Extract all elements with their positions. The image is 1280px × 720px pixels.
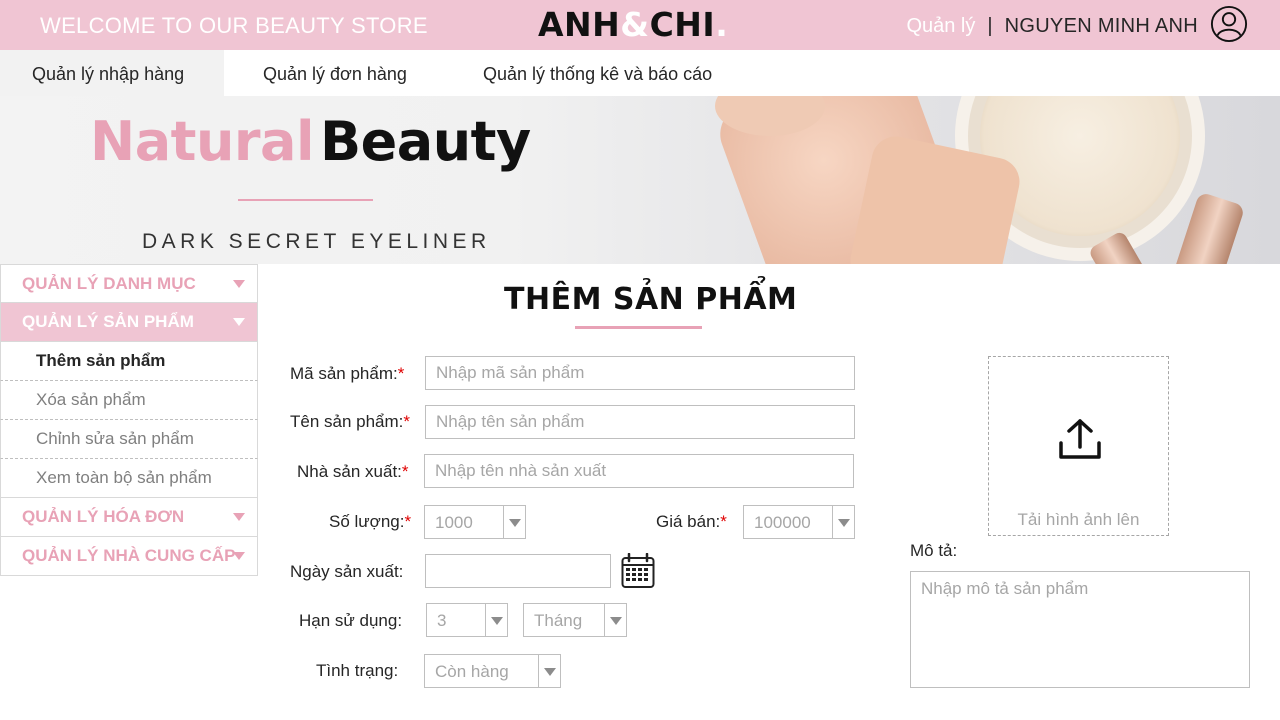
sidebar-item-label: QUẢN LÝ NHÀ CUNG CẤP <box>22 546 236 565</box>
sidebar-item-label: QUẢN LÝ DANH MỤC <box>22 274 196 293</box>
required-mark: * <box>404 512 412 531</box>
mfg-date-label: Ngày sản xuất: <box>290 562 404 581</box>
banner-title-beauty: Beauty <box>320 110 531 173</box>
required-mark: * <box>720 512 727 531</box>
price-label: Giá bán:* <box>656 512 727 532</box>
logo-dot: . <box>715 5 729 44</box>
price-value: 100000 <box>754 513 811 532</box>
status-label: Tình trạng: <box>316 661 399 680</box>
chevron-down-icon[interactable] <box>538 655 560 687</box>
status-select[interactable]: Còn hàng <box>424 654 561 688</box>
upload-icon <box>1059 419 1101 459</box>
logo-part2: CHI <box>649 5 716 44</box>
logo-ampersand: & <box>620 5 650 44</box>
expiry-unit-select[interactable]: Tháng <box>523 603 627 637</box>
chevron-down-icon[interactable] <box>503 506 525 538</box>
expiry-unit: Tháng <box>534 611 583 630</box>
product-name-label: Tên sản phẩm:* <box>290 412 410 432</box>
chevron-down-icon[interactable] <box>832 506 854 538</box>
banner-divider <box>238 199 373 201</box>
banner-title-natural: Natural <box>90 110 314 173</box>
main-nav: Quản lý nhập hàng Quản lý đơn hàng Quản … <box>0 50 1280 96</box>
page-title: THÊM SẢN PHẨM <box>504 282 798 317</box>
expiry-value: 3 <box>437 611 447 630</box>
sidebar-subitem-view-products[interactable]: Xem toàn bộ sản phẩm <box>0 459 258 498</box>
sidebar: QUẢN LÝ DANH MỤC QUẢN LÝ SẢN PHẨM Thêm s… <box>0 264 258 576</box>
expiry-label: Hạn sử dụng: <box>299 611 403 630</box>
manufacturer-label: Nhà sản xuất:* <box>297 462 409 482</box>
quantity-select[interactable]: 1000 <box>424 505 526 539</box>
required-mark: * <box>397 364 405 383</box>
chevron-down-icon[interactable] <box>604 604 626 636</box>
image-upload-area[interactable]: Tải hình ảnh lên <box>988 356 1169 536</box>
sidebar-item-label: QUẢN LÝ SẢN PHẨM <box>22 312 194 331</box>
logo-part1: ANH <box>538 5 621 44</box>
welcome-text: WELCOME TO OUR BEAUTY STORE <box>40 13 428 38</box>
sidebar-item-products[interactable]: QUẢN LÝ SẢN PHẨM <box>0 303 258 342</box>
price-label-text: Giá bán: <box>656 512 721 531</box>
status-value: Còn hàng <box>435 662 509 681</box>
caret-down-icon <box>233 280 245 288</box>
quantity-label-text: Số lượng: <box>329 512 405 531</box>
quantity-label: Số lượng:* <box>329 512 411 532</box>
top-bar: WELCOME TO OUR BEAUTY STORE ANH&CHI. Quả… <box>0 0 1280 50</box>
required-mark: * <box>403 412 411 431</box>
banner-subtitle: DARK SECRET EYELINER <box>142 230 491 253</box>
sidebar-item-label: QUẢN LÝ HÓA ĐƠN <box>22 507 185 526</box>
caret-down-icon <box>233 318 245 326</box>
manage-link[interactable]: Quản lý <box>906 15 975 38</box>
calendar-icon[interactable] <box>621 553 655 589</box>
upload-label: Tải hình ảnh lên <box>1017 510 1140 529</box>
product-name-label-text: Tên sản phẩm: <box>290 412 404 431</box>
required-mark: * <box>401 462 409 481</box>
sidebar-subitem-add-product[interactable]: Thêm sản phẩm <box>0 342 258 381</box>
promo-banner: Natural Beauty DARK SECRET EYELINER <box>0 96 1280 264</box>
store-logo[interactable]: ANH&CHI. <box>538 5 728 44</box>
sidebar-item-suppliers[interactable]: QUẢN LÝ NHÀ CUNG CẤP <box>0 537 258 576</box>
user-circle-icon[interactable] <box>1210 5 1248 43</box>
chevron-down-icon[interactable] <box>485 604 507 636</box>
product-code-input[interactable] <box>425 356 855 390</box>
tab-import-management[interactable]: Quản lý nhập hàng <box>0 50 224 96</box>
tab-order-management[interactable]: Quản lý đơn hàng <box>263 50 407 96</box>
price-select[interactable]: 100000 <box>743 505 855 539</box>
sidebar-subitem-delete-product[interactable]: Xóa sản phẩm <box>0 381 258 420</box>
caret-down-icon <box>233 513 245 521</box>
description-label: Mô tả: <box>910 541 958 560</box>
tab-statistics-reports[interactable]: Quản lý thống kê và báo cáo <box>483 50 712 96</box>
quantity-value: 1000 <box>435 513 473 532</box>
sidebar-subitem-edit-product[interactable]: Chỉnh sửa sản phẩm <box>0 420 258 459</box>
product-code-label: Mã sản phẩm:* <box>290 364 404 384</box>
product-code-label-text: Mã sản phẩm: <box>290 364 398 383</box>
expiry-value-select[interactable]: 3 <box>426 603 508 637</box>
manufacturer-label-text: Nhà sản xuất: <box>297 462 402 481</box>
mfg-date-input[interactable] <box>425 554 611 588</box>
product-name-input[interactable] <box>425 405 855 439</box>
caret-down-icon <box>233 552 245 560</box>
sidebar-item-invoices[interactable]: QUẢN LÝ HÓA ĐƠN <box>0 498 258 537</box>
username[interactable]: NGUYEN MINH ANH <box>1005 15 1198 38</box>
title-underline <box>575 326 702 329</box>
manufacturer-input[interactable] <box>424 454 854 488</box>
sidebar-item-categories[interactable]: QUẢN LÝ DANH MỤC <box>0 264 258 303</box>
description-textarea[interactable] <box>910 571 1250 688</box>
user-area: Quản lý | NGUYEN MINH ANH <box>906 15 1198 38</box>
header-separator: | <box>987 15 993 37</box>
